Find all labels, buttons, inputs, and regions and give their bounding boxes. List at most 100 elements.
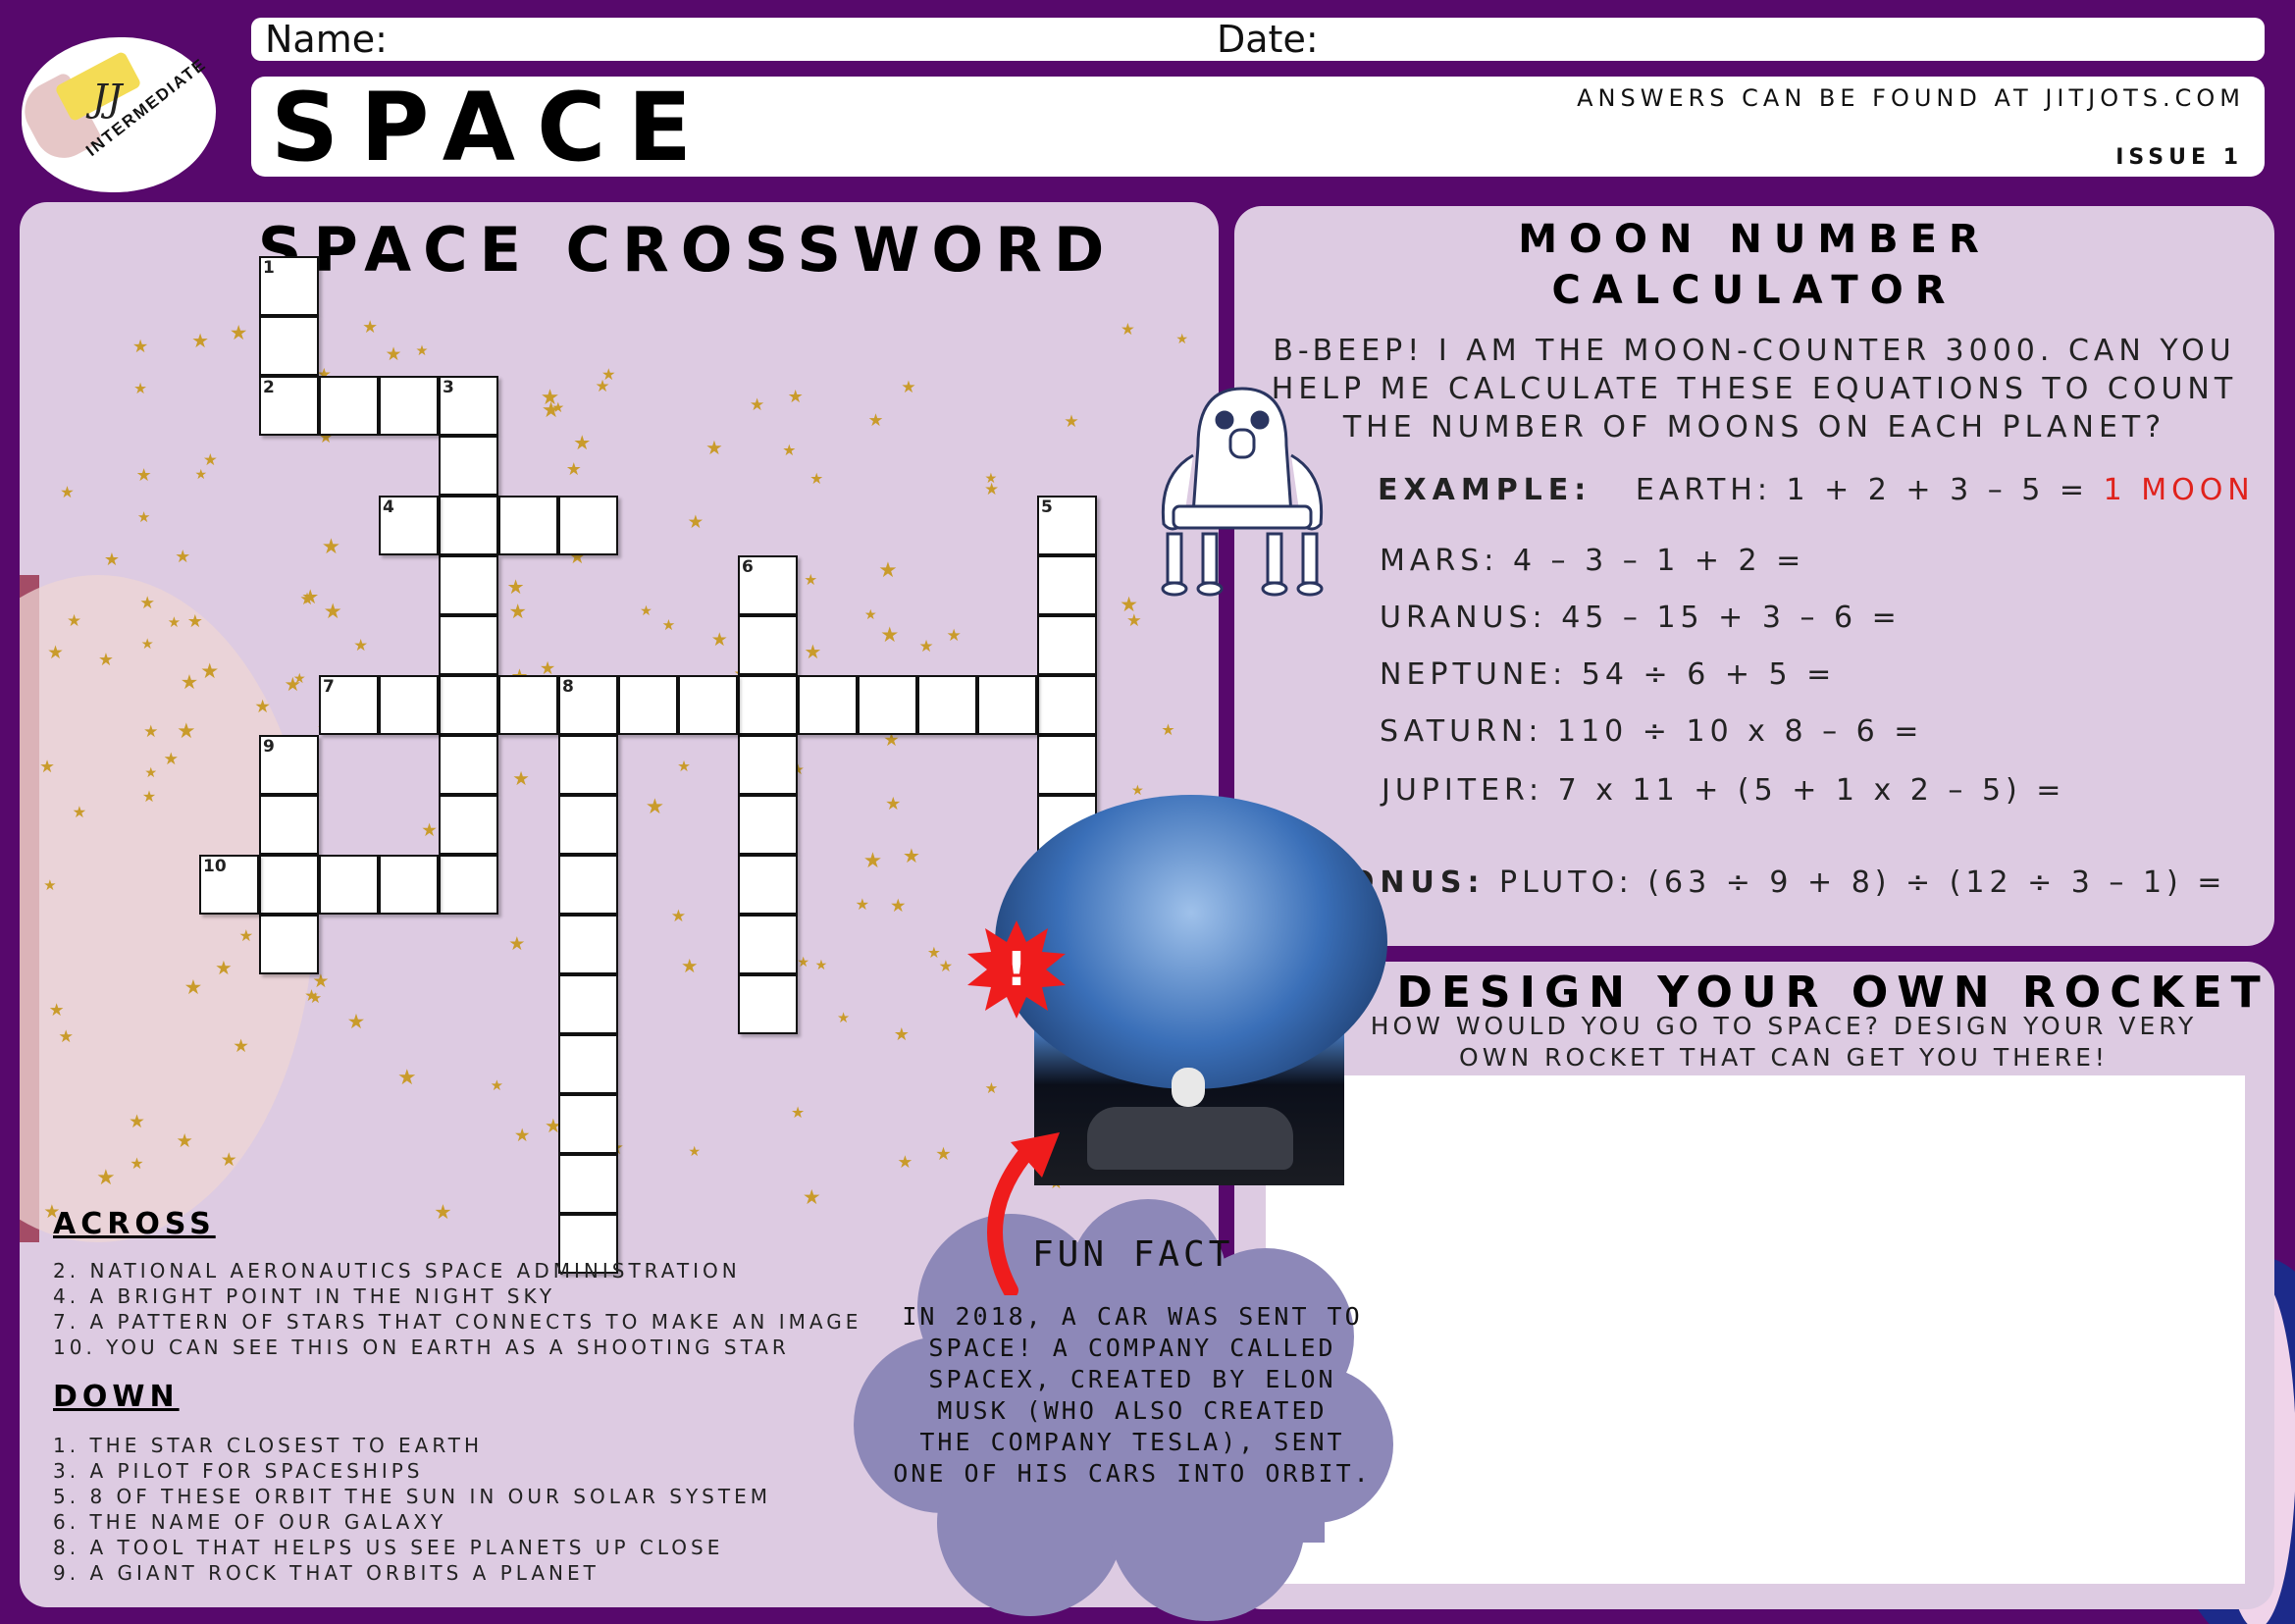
crossword-cell[interactable]	[917, 675, 977, 735]
crossword-cell[interactable]	[558, 1034, 618, 1094]
crossword-cell[interactable]	[738, 974, 798, 1034]
crossword-cell[interactable]	[439, 855, 498, 915]
equation-jupiter: JUPITER: 7 x 11 + (5 + 1 x 2 – 5) =	[1382, 773, 2066, 808]
crossword-cell[interactable]	[618, 675, 678, 735]
crossword-cell[interactable]	[379, 675, 439, 735]
worksheet-page: JJ INTERMEDIATE Name: Date: SPACE ANSWER…	[0, 0, 2295, 1624]
crossword-cell[interactable]	[379, 855, 439, 915]
crossword-cell[interactable]	[439, 795, 498, 855]
crossword-cell[interactable]	[439, 496, 498, 555]
crossword-cell[interactable]	[558, 735, 618, 795]
title-bar: SPACE ANSWERS CAN BE FOUND AT JITJOTS.CO…	[251, 77, 2265, 177]
crossword-cell[interactable]	[259, 855, 319, 915]
crossword-cell[interactable]: 10	[199, 855, 259, 915]
alert-burst-icon: !	[967, 920, 1066, 1019]
date-field[interactable]	[1330, 27, 2214, 57]
crossword-cell[interactable]	[738, 675, 798, 735]
crossword-cell[interactable]	[558, 974, 618, 1034]
clue-down-1: 1. THE STAR CLOSEST TO EARTH	[53, 1434, 484, 1457]
crossword-cell[interactable]: 6	[738, 555, 798, 615]
clue-down-5: 5. 8 OF THESE ORBIT THE SUN IN OUR SOLAR…	[53, 1485, 771, 1508]
moon-title: MOON NUMBER CALCULATOR	[1234, 214, 2274, 316]
crossword-cell[interactable]	[558, 795, 618, 855]
crossword-cell[interactable]	[738, 615, 798, 675]
rocket-drawing-area[interactable]	[1266, 1075, 2245, 1584]
moon-calculator-panel: MOON NUMBER CALCULATOR B-BEEP! I AM THE …	[1234, 206, 2274, 946]
equation-uranus: URANUS: 45 – 15 + 3 – 6 =	[1380, 601, 1902, 635]
crossword-cell[interactable]	[1037, 615, 1097, 675]
crossword-cell[interactable]: 5	[1037, 496, 1097, 555]
name-field[interactable]	[369, 27, 1350, 57]
moon-title-line2: CALCULATOR	[1551, 268, 1957, 313]
crossword-cell[interactable]: 1	[259, 256, 319, 316]
clue-down-9: 9. A GIANT ROCK THAT ORBITS A PLANET	[53, 1561, 600, 1585]
crossword-cell[interactable]	[977, 675, 1037, 735]
crossword-cell[interactable]	[439, 615, 498, 675]
crossword-cell[interactable]	[798, 675, 858, 735]
fun-fact-line1: IN 2018, A CAR WAS SENT TO	[902, 1302, 1363, 1331]
crossword-cell[interactable]	[558, 915, 618, 974]
moon-intro-line1: B-BEEP! I AM THE MOON-COUNTER 3000. CAN …	[1273, 334, 2236, 368]
crossword-cell[interactable]	[319, 376, 379, 436]
crossword-cell[interactable]: 9	[259, 735, 319, 795]
crossword-cell[interactable]	[558, 1154, 618, 1214]
example-equation: EARTH: 1 + 2 + 3 – 5 =	[1635, 473, 2090, 507]
crossword-cell[interactable]	[498, 675, 558, 735]
crossword-cell[interactable]	[319, 855, 379, 915]
crossword-cell[interactable]	[1037, 675, 1097, 735]
crossword-cell[interactable]	[738, 735, 798, 795]
moon-title-line1: MOON NUMBER	[1518, 217, 1991, 262]
crossword-cell[interactable]	[259, 915, 319, 974]
crossword-cell[interactable]	[439, 675, 498, 735]
fun-fact-line5: THE COMPANY TESLA), SENT	[919, 1428, 1345, 1456]
down-clues: 1. THE STAR CLOSEST TO EARTH 3. A PILOT …	[53, 1433, 771, 1586]
crossword-cell[interactable]	[738, 915, 798, 974]
crossword-cell[interactable]	[558, 1094, 618, 1154]
crossword-cell[interactable]: 3	[439, 376, 498, 436]
crossword-cell[interactable]	[439, 555, 498, 615]
clue-number: 3	[443, 378, 454, 397]
down-heading: DOWN	[53, 1380, 180, 1414]
equation-saturn: SATURN: 110 ÷ 10 x 8 – 6 =	[1380, 714, 1924, 749]
fun-fact-line6: ONE OF HIS CARS INTO ORBIT.	[893, 1459, 1372, 1488]
answers-note: ANSWERS CAN BE FOUND AT JITJOTS.COM	[1577, 84, 2245, 112]
rocket-subtitle-line2: OWN ROCKET THAT CAN GET YOU THERE!	[1459, 1043, 2109, 1072]
crossword-cell[interactable]	[259, 795, 319, 855]
clue-number: 9	[263, 737, 275, 757]
clue-number: 6	[742, 557, 754, 577]
crossword-cell[interactable]: 8	[558, 675, 618, 735]
across-heading: ACROSS	[53, 1207, 216, 1241]
clue-across-4: 4. A BRIGHT POINT IN THE NIGHT SKY	[53, 1284, 556, 1308]
astronaut-image	[1172, 1068, 1205, 1107]
fun-fact-line3: SPACEX, CREATED BY ELON	[928, 1365, 1336, 1393]
clue-number: 10	[203, 857, 227, 876]
clue-number: 7	[323, 677, 335, 697]
crossword-cell[interactable]	[1037, 735, 1097, 795]
space-car-photo	[995, 795, 1387, 1185]
crossword-cell[interactable]	[558, 855, 618, 915]
rocket-subtitle-line1: HOW WOULD YOU GO TO SPACE? DESIGN YOUR V…	[1370, 1012, 2198, 1040]
crossword-cell[interactable]	[738, 795, 798, 855]
moon-intro-line3: THE NUMBER OF MOONS ON EACH PLANET?	[1342, 410, 2166, 445]
clue-down-3: 3. A PILOT FOR SPACESHIPS	[53, 1459, 424, 1483]
crossword-cell[interactable]	[678, 675, 738, 735]
crossword-cell[interactable]	[379, 376, 439, 436]
fun-fact-line2: SPACE! A COMPANY CALLED	[928, 1334, 1336, 1362]
crossword-cell[interactable]	[1037, 555, 1097, 615]
date-label: Date:	[1217, 18, 1319, 61]
crossword-cell[interactable]	[738, 855, 798, 915]
crossword-cell[interactable]	[439, 735, 498, 795]
example-label: EXAMPLE:	[1378, 473, 1592, 507]
crossword-cell[interactable]: 7	[319, 675, 379, 735]
fun-fact-line4: MUSK (WHO ALSO CREATED	[937, 1396, 1328, 1425]
crossword-cell[interactable]: 4	[379, 496, 439, 555]
alert-mark: !	[1006, 942, 1027, 997]
crossword-cell[interactable]	[439, 436, 498, 496]
crossword-cell[interactable]	[858, 675, 917, 735]
crossword-cell[interactable]	[498, 496, 558, 555]
crossword-cell[interactable]: 2	[259, 376, 319, 436]
crossword-cell[interactable]	[259, 316, 319, 376]
crossword-cell[interactable]	[558, 496, 618, 555]
page-title: SPACE	[271, 73, 714, 183]
name-date-bar: Name: Date:	[251, 18, 2265, 61]
